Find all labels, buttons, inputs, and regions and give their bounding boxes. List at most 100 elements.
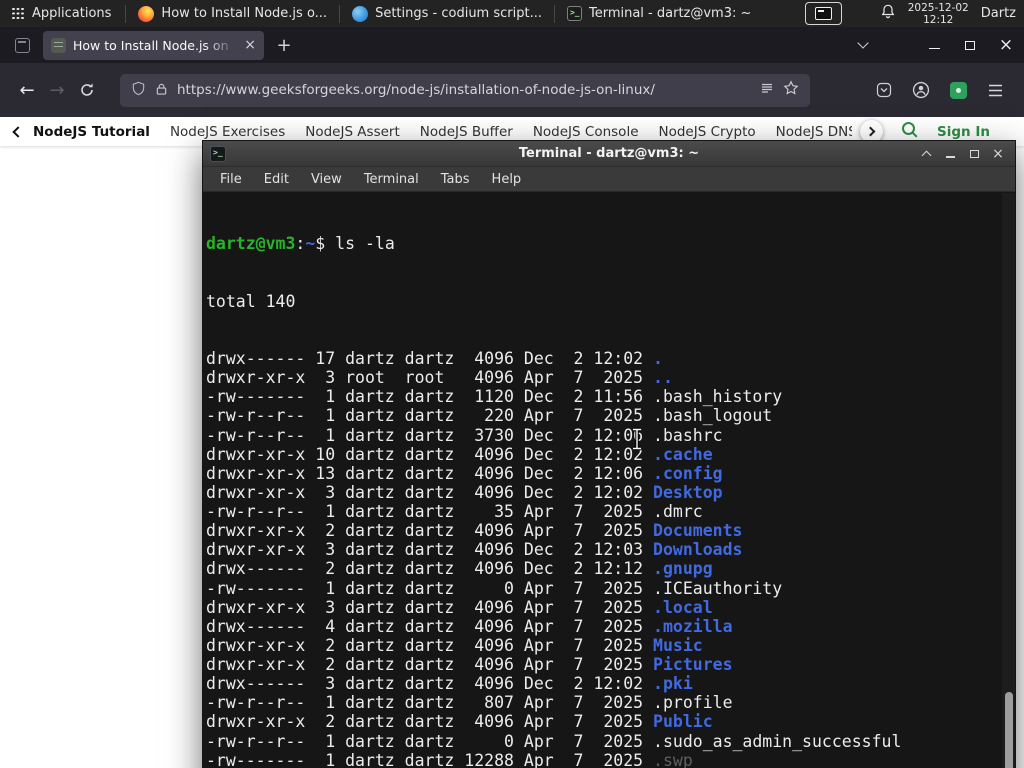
clock-time: 12:12 [923,13,954,26]
window-buttons-plugin[interactable] [805,2,843,25]
tab-title: How to Install Node.js on [73,37,229,53]
file-name: Desktop [653,482,723,502]
user-menu[interactable]: Dartz [981,6,1016,21]
file-name: .pki [653,674,693,694]
file-name: .. [653,368,673,388]
terminal-line: drwxr-xr-x 13 dartz dartz 4096 Dec 2 12:… [206,463,723,483]
taskbar: How to Install Node.js o... Settings - co… [123,0,761,27]
prompt-line: dartz@vm3:~$ ls -la [206,234,1015,253]
panel-clock[interactable]: 2025-12-02 12:12 [908,2,969,26]
site-nav-active-item[interactable]: NodeJS Tutorial [33,124,150,140]
terminal-line: -rw------- 1 dartz dartz 0 Apr 7 2025 .I… [206,578,783,598]
file-name: .swp [653,750,693,768]
prompt-separator: : [295,234,306,254]
terminal-output: drwx------ 17 dartz dartz 4096 Dec 2 12:… [206,349,1015,768]
back-button[interactable]: ← [12,74,42,106]
panel-separator [125,4,127,23]
terminal-menu-view[interactable]: View [300,167,353,191]
file-name: .cache [653,444,713,464]
terminal-line: drwxr-xr-x 2 dartz dartz 4096 Apr 7 2025… [206,635,703,655]
file-name: Downloads [653,540,743,560]
command-text: ls -la [325,234,395,254]
site-nav-link[interactable]: NodeJS DNS [776,124,852,140]
site-nav-link[interactable]: NodeJS Buffer [420,124,513,140]
applications-grid-icon [12,7,24,20]
terminal-app-icon [210,145,226,162]
terminal-line: drwxr-xr-x 3 dartz dartz 4096 Dec 2 12:0… [206,482,723,502]
lock-icon[interactable] [155,81,168,100]
taskbar-item[interactable]: Settings - codium script... [342,0,552,27]
terminal-menu-tabs[interactable]: Tabs [430,167,481,191]
taskbar-item[interactable]: Terminal - dartz@vm3: ~ [557,0,761,27]
file-name: .ICEauthority [653,578,783,598]
file-name: Public [653,712,713,732]
firefox-icon [138,5,155,22]
terminal-line: -rw-r--r-- 1 dartz dartz 0 Apr 7 2025 .s… [206,731,902,751]
tab-close-icon[interactable]: × [244,37,256,53]
terminal-scrollbar[interactable] [1002,193,1015,768]
site-nav-link[interactable]: NodeJS Exercises [170,124,285,140]
site-nav-links: NodeJS Exercises NodeJS Assert NodeJS Buff… [170,124,852,140]
terminal-window-controls: × [916,144,1008,164]
reader-view-icon[interactable] [760,81,774,100]
taskbar-item-label: Settings - codium script... [375,6,542,21]
terminal-shade-button[interactable] [916,144,936,164]
terminal-titlebar[interactable]: Terminal - dartz@vm3: ~ × [203,141,1015,167]
window-close-button[interactable]: × [988,27,1024,63]
extension-icon[interactable] [943,75,973,105]
sign-in-button[interactable]: Sign In [937,124,990,140]
terminal-menu-terminal[interactable]: Terminal [353,167,430,191]
terminal-line: drwx------ 2 dartz dartz 4096 Dec 2 12:1… [206,559,713,579]
pocket-icon[interactable] [869,75,899,105]
window-minimize-button[interactable] [916,27,952,63]
file-name: Music [653,635,703,655]
terminal-maximize-button[interactable] [964,144,984,164]
terminal-line: drwxr-xr-x 2 dartz dartz 4096 Apr 7 2025… [206,521,743,541]
toolbar-icons [869,75,1012,105]
browser-tab-bar: How to Install Node.js on × + × [0,27,1024,63]
terminal-menu-file[interactable]: File [209,167,253,191]
menu-hamburger-icon[interactable] [980,75,1010,105]
prompt-path: ~ [305,234,316,254]
browser-tab[interactable]: How to Install Node.js on × [43,30,264,60]
total-line: total 140 [206,291,296,311]
window-maximize-button[interactable] [952,27,988,63]
file-name: .bash_history [653,387,783,407]
site-nav-link[interactable]: NodeJS Crypto [659,124,756,140]
file-name: Documents [653,521,743,541]
terminal-line: drwxr-xr-x 2 dartz dartz 4096 Apr 7 2025… [206,712,713,732]
terminal-menu-help[interactable]: Help [481,167,533,191]
site-nav-link[interactable]: NodeJS Console [533,124,639,140]
applications-menu-button[interactable]: Applications [0,0,123,27]
clock-date: 2025-12-02 [907,1,969,14]
bookmark-star-icon[interactable] [783,80,799,100]
terminal-body[interactable]: dartz@vm3:~$ ls -la total 140 drwx------… [203,193,1015,768]
site-nav-link[interactable]: NodeJS Assert [305,124,400,140]
file-name: .dmrc [653,502,703,521]
taskbar-item[interactable]: How to Install Node.js o... [128,0,337,27]
account-icon[interactable] [906,75,936,105]
file-name: . [653,349,663,368]
scrollbar-handle[interactable] [1005,692,1013,768]
terminal-menu-edit[interactable]: Edit [253,167,300,191]
url-bar[interactable]: https://www.geeksforgeeks.org/node-js/in… [120,73,810,107]
applications-label: Applications [32,6,112,21]
forward-button[interactable]: → [42,74,72,106]
terminal-close-button[interactable]: × [988,144,1008,164]
tracking-shield-icon[interactable] [131,81,146,100]
url-text[interactable]: https://www.geeksforgeeks.org/node-js/in… [177,82,751,98]
firefox-view-icon[interactable] [10,33,34,57]
file-name: Pictures [653,655,733,674]
terminal-line: -rw-r--r-- 1 dartz dartz 220 Apr 7 2025 … [206,406,773,426]
top-panel: Applications How to Install Node.js o...… [0,0,1024,27]
new-tab-button[interactable]: + [271,32,297,58]
terminal-minimize-button[interactable] [940,144,960,164]
terminal-title: Terminal - dartz@vm3: ~ [518,146,700,161]
terminal-line: drwx------ 3 dartz dartz 4096 Dec 2 12:0… [206,674,693,694]
file-name: .bashrc [653,425,723,445]
list-all-tabs-button[interactable] [850,32,876,58]
reload-button[interactable] [72,74,102,106]
notification-bell-icon[interactable] [880,3,896,24]
nav-scroll-left-icon[interactable] [12,125,24,138]
file-name: .config [653,463,723,483]
